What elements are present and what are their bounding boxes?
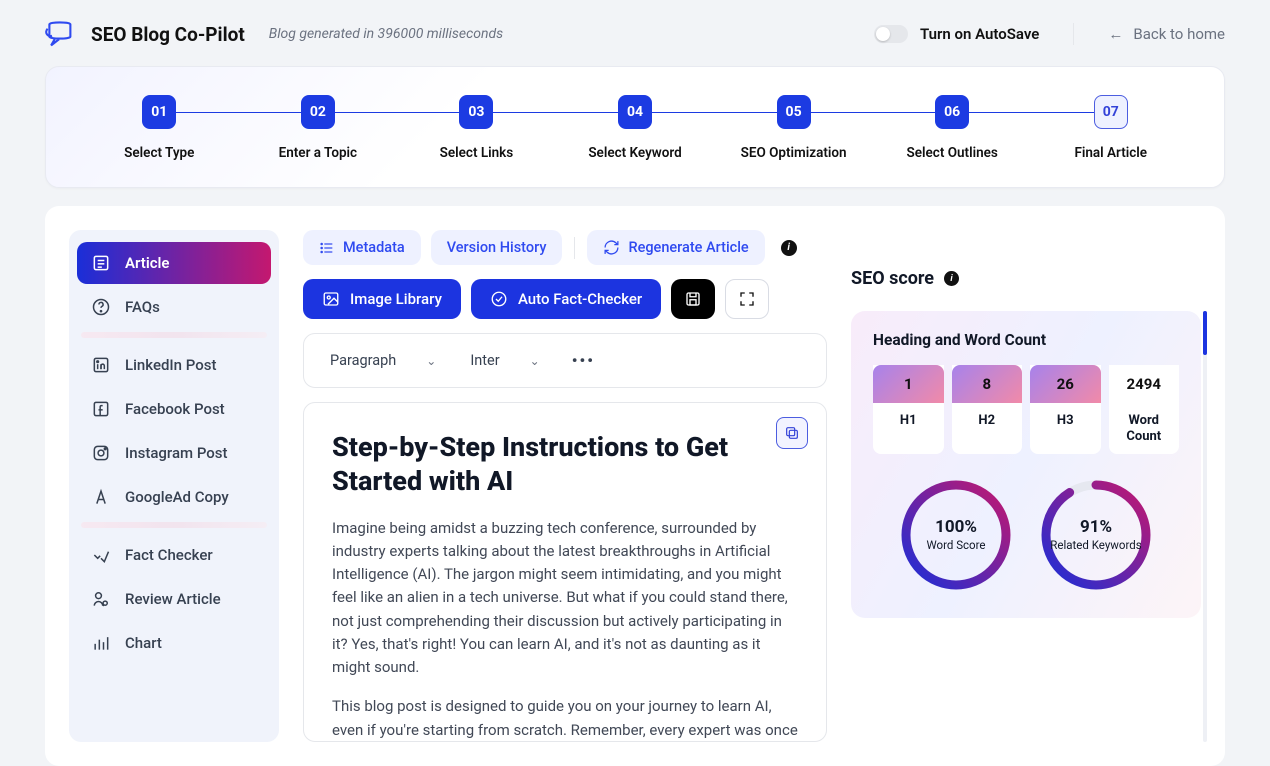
gauge-word-score: 100%Word Score — [897, 476, 1015, 594]
image-library-button[interactable]: Image Library — [303, 279, 461, 319]
count-word-count: 2494Word Count — [1109, 365, 1180, 454]
step-enter-a-topic[interactable]: 02Enter a Topic — [239, 95, 398, 161]
more-options-button[interactable]: ••• — [572, 351, 595, 370]
sidebar-item-faqs[interactable]: FAQs — [77, 286, 271, 328]
step-select-type[interactable]: 01Select Type — [80, 95, 239, 161]
step-select-links[interactable]: 03Select Links — [397, 95, 556, 161]
chevron-down-icon: ⌄ — [426, 354, 436, 368]
article-icon — [91, 253, 111, 273]
expand-button[interactable] — [725, 279, 769, 319]
sidebar-item-chart[interactable]: Chart — [77, 622, 271, 664]
auto-fact-checker-button[interactable]: Auto Fact-Checker — [471, 279, 661, 319]
refresh-icon — [603, 239, 620, 256]
googlead-icon — [91, 487, 111, 507]
sidebar-item-instagram-post[interactable]: Instagram Post — [77, 432, 271, 474]
count-h1: 1H1 — [873, 365, 944, 454]
version-history-button[interactable]: Version History — [431, 230, 563, 265]
generation-time: Blog generated in 396000 milliseconds — [269, 26, 503, 42]
info-icon[interactable]: i — [944, 271, 959, 286]
autosave-toggle[interactable] — [874, 25, 908, 43]
factcheck-icon — [91, 545, 111, 565]
back-to-home-link[interactable]: ← Back to home — [1108, 25, 1225, 43]
block-type-select[interactable]: Paragraph ⌄ — [320, 346, 446, 375]
image-icon — [322, 290, 340, 308]
seo-card-title: Heading and Word Count — [873, 331, 1179, 349]
list-icon — [319, 240, 335, 256]
app-title: SEO Blog Co-Pilot — [91, 23, 245, 46]
sidebar-item-googlead-copy[interactable]: GoogleAd Copy — [77, 476, 271, 518]
sidebar-item-review-article[interactable]: Review Article — [77, 578, 271, 620]
save-icon-button[interactable] — [671, 279, 715, 319]
arrow-left-icon: ← — [1108, 25, 1123, 43]
copy-icon — [784, 425, 800, 441]
heading-word-count-card: Heading and Word Count 1H18H226H32494Wor… — [851, 311, 1201, 618]
gauge-related-keywords: 91%Related Keywords — [1037, 476, 1155, 594]
progress-stepper: 01Select Type02Enter a Topic03Select Lin… — [45, 66, 1225, 188]
facebook-icon — [91, 399, 111, 419]
step-select-outlines[interactable]: 06Select Outlines — [873, 95, 1032, 161]
chart-icon — [91, 633, 111, 653]
info-icon[interactable]: i — [781, 240, 797, 256]
metadata-button[interactable]: Metadata — [303, 230, 421, 265]
count-h3: 26H3 — [1030, 365, 1101, 454]
linkedin-icon — [91, 355, 111, 375]
step-final-article[interactable]: 07Final Article — [1031, 95, 1190, 161]
editor-toolbar: Paragraph ⌄ Inter ⌄ ••• — [303, 333, 827, 388]
step-seo-optimization[interactable]: 05SEO Optimization — [714, 95, 873, 161]
sidebar-nav: ArticleFAQs LinkedIn PostFacebook PostIns… — [69, 230, 279, 742]
step-select-keyword[interactable]: 04Select Keyword — [556, 95, 715, 161]
faqs-icon — [91, 297, 111, 317]
article-paragraph: Imagine being amidst a buzzing tech conf… — [332, 517, 798, 680]
expand-icon — [738, 290, 756, 308]
review-icon — [91, 589, 111, 609]
save-icon — [684, 290, 702, 308]
instagram-icon — [91, 443, 111, 463]
autosave-label: Turn on AutoSave — [920, 25, 1039, 43]
seo-score-title: SEO score — [851, 268, 934, 289]
article-paragraph: This blog post is designed to guide you … — [332, 695, 798, 742]
chevron-down-icon: ⌄ — [530, 354, 540, 368]
sidebar-item-article[interactable]: Article — [77, 242, 271, 284]
article-editor[interactable]: Step-by-Step Instructions to Get Started… — [303, 402, 827, 742]
count-h2: 8H2 — [952, 365, 1023, 454]
sidebar-item-linkedin-post[interactable]: LinkedIn Post — [77, 344, 271, 386]
regenerate-article-button[interactable]: Regenerate Article — [587, 230, 764, 265]
article-title: Step-by-Step Instructions to Get Started… — [332, 431, 762, 499]
app-logo — [45, 20, 73, 48]
copy-button[interactable] — [776, 417, 808, 449]
scrollbar-thumb[interactable] — [1203, 311, 1207, 355]
sidebar-item-facebook-post[interactable]: Facebook Post — [77, 388, 271, 430]
sidebar-item-fact-checker[interactable]: Fact Checker — [77, 534, 271, 576]
font-select[interactable]: Inter ⌄ — [460, 346, 549, 375]
check-badge-icon — [490, 290, 508, 308]
